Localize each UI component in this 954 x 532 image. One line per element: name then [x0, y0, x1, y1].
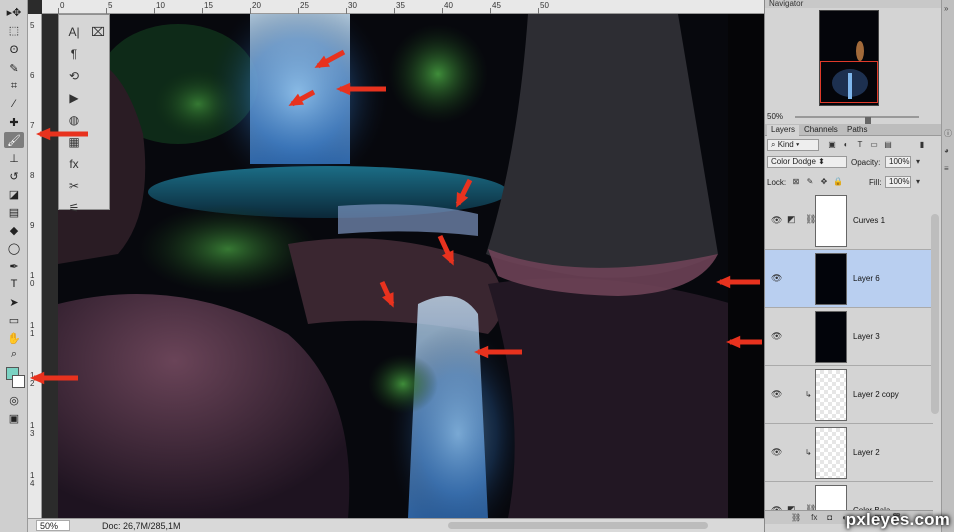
- annotation-arrow: [379, 280, 395, 308]
- annotation-arrow: [336, 82, 386, 96]
- annotation-arrow: [437, 234, 455, 266]
- annotation-arrow: [36, 127, 88, 141]
- annotation-arrow: [716, 275, 760, 289]
- photoshop-window: ▸✥ ⬚ ʘ ✎ ⌗ ⁄ ✚ 🖌 ⊥ ↺ ◪ ▤ ◆ ◯ ✒ T ➤ ▭ ✋ ⌕ ◎ ▣ 0 5 10 15 20 25 30 35…: [0, 0, 954, 532]
- annotation-arrow: [30, 371, 78, 385]
- annotation-arrow: [314, 49, 346, 69]
- annotation-arrow: [455, 178, 473, 208]
- annotation-arrows: [30, 49, 762, 385]
- annotation-arrow: [726, 335, 762, 349]
- annotation-arrow: [288, 89, 316, 107]
- watermark: pxleyes.com: [845, 510, 950, 529]
- annotation-arrow: [474, 345, 522, 359]
